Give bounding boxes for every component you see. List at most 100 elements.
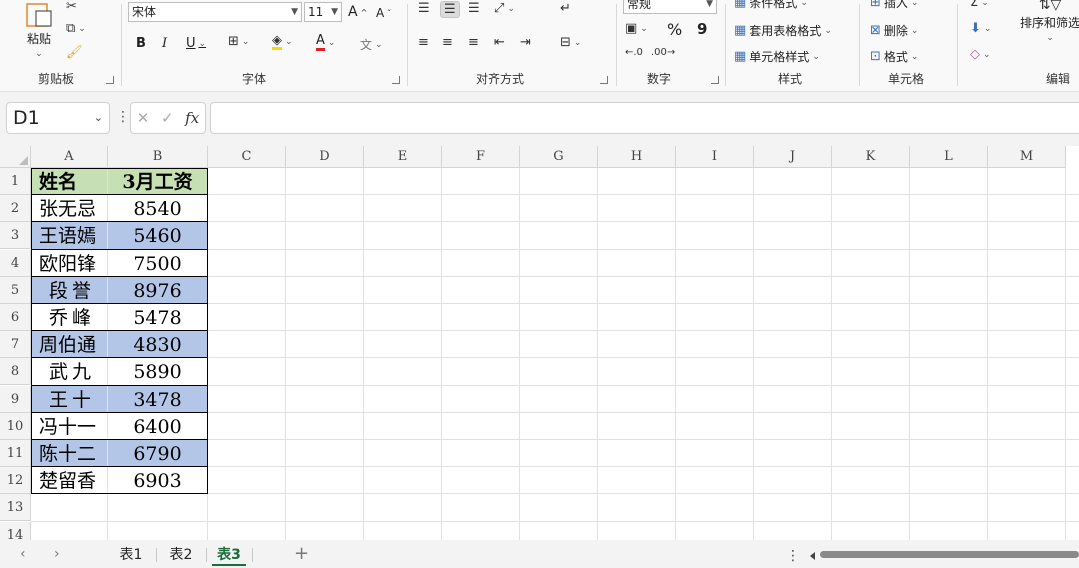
horizontal-scrollbar[interactable] (820, 551, 1079, 558)
row-header[interactable]: 13 (0, 494, 31, 522)
bold-button[interactable]: B (136, 36, 146, 51)
clipboard-launcher-icon[interactable] (106, 76, 114, 84)
row-header[interactable]: 5 (0, 276, 31, 304)
alignment-launcher-icon[interactable] (600, 76, 608, 84)
column-header[interactable]: C (208, 146, 286, 168)
row-header[interactable]: 9 (0, 385, 31, 413)
comma-style-button[interactable]: 9 (697, 20, 707, 38)
formula-input[interactable] (210, 102, 1079, 134)
format-cells-button[interactable]: ⊡ 格式 ⌄ (870, 48, 918, 65)
tab-bar-grip-icon[interactable]: ⋮ (786, 548, 800, 564)
column-header[interactable]: E (364, 146, 442, 168)
table-cell[interactable]: 周伯通 (31, 331, 107, 358)
column-header[interactable]: K (832, 146, 910, 168)
clear-button[interactable]: ◇ ⌄ (970, 48, 991, 61)
insert-function-icon[interactable]: fx (185, 109, 199, 127)
copy-dropdown-icon[interactable]: ⌄ (78, 24, 86, 34)
accounting-dropdown-icon[interactable]: ⌄ (640, 24, 648, 34)
next-sheet-icon[interactable]: › (54, 546, 60, 562)
column-header[interactable]: D (286, 146, 364, 168)
column-header[interactable]: L (910, 146, 988, 168)
align-left-button[interactable]: ≡ (418, 36, 429, 49)
table-cell[interactable]: 张无忌 (31, 195, 107, 221)
row-header[interactable]: 7 (0, 331, 31, 359)
table-cell[interactable]: 5460 (108, 222, 207, 249)
column-header[interactable]: I (676, 146, 754, 168)
column-header[interactable]: H (598, 146, 676, 168)
cancel-icon[interactable]: ✕ (137, 109, 150, 127)
fill-color-button[interactable]: ◈ ⌄ (272, 34, 293, 50)
name-box[interactable]: D1 ⌄ (6, 102, 110, 134)
percent-button[interactable]: % (667, 20, 682, 39)
paste-dropdown-icon[interactable]: ⌄ (35, 49, 43, 59)
accounting-format-button[interactable]: ▣ ⌄ (625, 22, 648, 35)
row-header[interactable]: 4 (0, 249, 31, 277)
table-cell[interactable]: 6400 (108, 413, 207, 439)
formula-bar-grip-icon[interactable]: ⋮ (116, 110, 130, 124)
orientation-button[interactable]: ⤢ ⌄ (494, 2, 515, 15)
increase-indent-button[interactable]: ⇥ (520, 36, 531, 49)
merge-center-dropdown-icon[interactable]: ⌄ (574, 38, 582, 48)
table-cell[interactable]: 8976 (108, 276, 207, 303)
borders-dropdown-icon[interactable]: ⌄ (242, 37, 250, 47)
decrease-decimal-button[interactable]: .00→ (651, 48, 675, 58)
font-color-dropdown-icon[interactable]: ⌄ (328, 38, 336, 48)
table-cell[interactable]: 武九 (31, 358, 107, 384)
copy-button[interactable]: ⧉ ⌄ (66, 22, 86, 35)
table-cell[interactable]: 3478 (108, 385, 207, 412)
align-middle-button[interactable]: ☰ (440, 1, 460, 18)
row-header[interactable]: 10 (0, 412, 31, 440)
scroll-left-icon[interactable] (810, 552, 815, 560)
font-name-select[interactable]: 宋体 ▼ (128, 2, 302, 22)
table-cell[interactable]: 7500 (108, 250, 207, 276)
table-cell[interactable]: 王语嫣 (31, 222, 107, 249)
font-color-button[interactable]: A ⌄ (316, 34, 335, 51)
column-header[interactable]: G (520, 146, 598, 168)
table-cell[interactable]: 陈十二 (31, 440, 107, 467)
select-all-button[interactable] (0, 146, 31, 168)
table-cell[interactable]: 欧阳锋 (31, 250, 107, 276)
format-painter-button[interactable]: 🖌 (66, 46, 83, 59)
font-launcher-icon[interactable] (392, 76, 400, 84)
conditional-formatting-button[interactable]: ▦ 条件格式 ⌄ (734, 0, 808, 11)
column-header[interactable]: J (754, 146, 832, 168)
increase-decimal-button[interactable]: ←.0 (625, 48, 643, 58)
table-cell[interactable]: 8540 (108, 195, 207, 221)
merge-center-button[interactable]: ⊟ ⌄ (560, 36, 581, 49)
row-header[interactable]: 8 (0, 358, 31, 386)
worksheet-grid[interactable]: A B C D E F G H I J K L M 1 2 3 4 5 6 7 8 9 10 11 12 13 14 姓名 3月工资 张无… (0, 146, 1079, 540)
phonetic-dropdown-icon[interactable]: ⌄ (375, 40, 383, 50)
orientation-dropdown-icon[interactable]: ⌄ (507, 4, 515, 14)
row-header[interactable]: 3 (0, 222, 31, 250)
align-bottom-button[interactable]: ☰ (468, 2, 480, 15)
delete-cells-button[interactable]: ⊠ 删除 ⌄ (870, 22, 918, 39)
row-header[interactable]: 12 (0, 467, 31, 495)
cell-styles-button[interactable]: ▦ 单元格样式 ⌄ (734, 48, 820, 65)
shrink-font-button[interactable]: Aˇ (376, 6, 391, 20)
align-center-button[interactable]: ≡ (442, 36, 453, 49)
table-cell[interactable]: 段誉 (31, 276, 107, 303)
sort-filter-button[interactable]: ⇅▽ 排序和筛选 ⌄ (1020, 0, 1079, 43)
number-format-select[interactable]: 常规 ▼ (623, 0, 717, 14)
autosum-button[interactable]: Σ ⌄ (970, 0, 989, 9)
table-cell[interactable]: 王十 (31, 385, 107, 412)
phonetic-button[interactable]: 文 ⌄ (360, 36, 383, 53)
enter-icon[interactable]: ✓ (161, 109, 174, 127)
table-header-cell[interactable]: 姓名 (31, 168, 107, 195)
table-cell[interactable]: 6903 (108, 467, 207, 493)
paste-button[interactable]: 粘贴 ⌄ (24, 2, 54, 59)
sheet-tab[interactable]: 表1 (112, 544, 150, 566)
column-header[interactable]: F (442, 146, 520, 168)
fill-color-dropdown-icon[interactable]: ⌄ (285, 37, 293, 47)
cut-button[interactable]: ✂ (66, 0, 77, 13)
add-sheet-icon[interactable]: + (294, 544, 309, 564)
table-cell[interactable]: 乔峰 (31, 304, 107, 330)
font-size-select[interactable]: 11 ▼ (304, 2, 342, 22)
sheet-tab[interactable]: 表2 (162, 544, 200, 566)
row-header[interactable]: 1 (0, 168, 31, 195)
column-header[interactable]: M (988, 146, 1066, 168)
fill-dropdown-icon[interactable]: ⌄ (984, 24, 992, 34)
name-box-dropdown-icon[interactable]: ⌄ (94, 103, 103, 133)
sheet-tab-active[interactable]: 表3 (212, 544, 246, 566)
row-header[interactable]: 2 (0, 195, 31, 223)
